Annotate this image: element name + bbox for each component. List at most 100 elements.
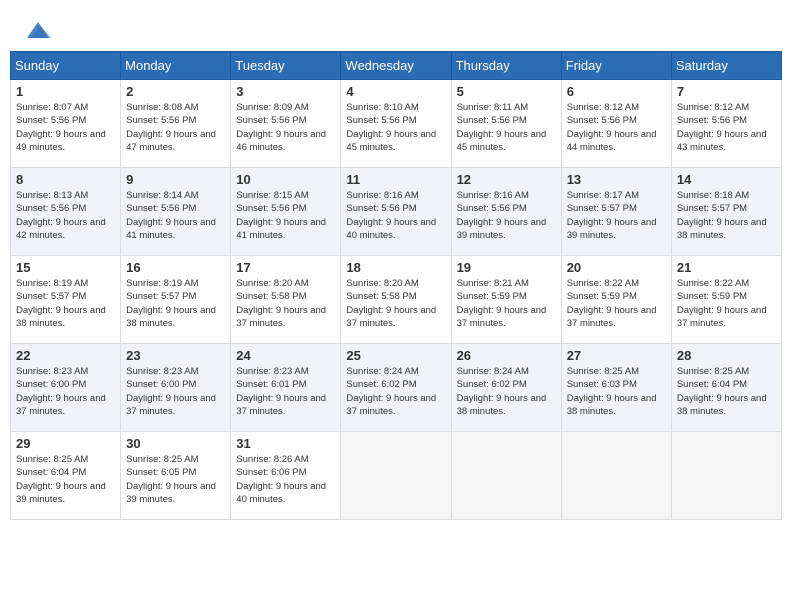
calendar-day-cell: 11 Sunrise: 8:16 AM Sunset: 5:56 PM Dayl… <box>341 168 451 256</box>
calendar-day-cell: 6 Sunrise: 8:12 AM Sunset: 5:56 PM Dayli… <box>561 80 671 168</box>
day-info: Sunrise: 8:10 AM Sunset: 5:56 PM Dayligh… <box>346 101 445 154</box>
calendar-day-cell: 29 Sunrise: 8:25 AM Sunset: 6:04 PM Dayl… <box>11 432 121 520</box>
day-number: 3 <box>236 84 335 99</box>
day-number: 10 <box>236 172 335 187</box>
day-info: Sunrise: 8:19 AM Sunset: 5:57 PM Dayligh… <box>16 277 115 330</box>
calendar-day-cell <box>561 432 671 520</box>
day-info: Sunrise: 8:09 AM Sunset: 5:56 PM Dayligh… <box>236 101 335 154</box>
day-number: 9 <box>126 172 225 187</box>
calendar-day-cell <box>451 432 561 520</box>
day-number: 29 <box>16 436 115 451</box>
calendar-day-cell: 8 Sunrise: 8:13 AM Sunset: 5:56 PM Dayli… <box>11 168 121 256</box>
calendar-day-cell: 14 Sunrise: 8:18 AM Sunset: 5:57 PM Dayl… <box>671 168 781 256</box>
day-info: Sunrise: 8:24 AM Sunset: 6:02 PM Dayligh… <box>457 365 556 418</box>
calendar-day-cell: 2 Sunrise: 8:08 AM Sunset: 5:56 PM Dayli… <box>121 80 231 168</box>
day-info: Sunrise: 8:12 AM Sunset: 5:56 PM Dayligh… <box>567 101 666 154</box>
day-number: 8 <box>16 172 115 187</box>
day-number: 4 <box>346 84 445 99</box>
day-number: 5 <box>457 84 556 99</box>
calendar-week-row: 29 Sunrise: 8:25 AM Sunset: 6:04 PM Dayl… <box>11 432 782 520</box>
logo <box>25 20 51 38</box>
calendar-week-row: 15 Sunrise: 8:19 AM Sunset: 5:57 PM Dayl… <box>11 256 782 344</box>
day-info: Sunrise: 8:21 AM Sunset: 5:59 PM Dayligh… <box>457 277 556 330</box>
calendar: SundayMondayTuesdayWednesdayThursdayFrid… <box>10 51 782 520</box>
calendar-day-cell: 26 Sunrise: 8:24 AM Sunset: 6:02 PM Dayl… <box>451 344 561 432</box>
calendar-day-cell: 19 Sunrise: 8:21 AM Sunset: 5:59 PM Dayl… <box>451 256 561 344</box>
calendar-day-cell <box>671 432 781 520</box>
calendar-day-cell: 3 Sunrise: 8:09 AM Sunset: 5:56 PM Dayli… <box>231 80 341 168</box>
calendar-day-cell: 13 Sunrise: 8:17 AM Sunset: 5:57 PM Dayl… <box>561 168 671 256</box>
calendar-day-cell: 21 Sunrise: 8:22 AM Sunset: 5:59 PM Dayl… <box>671 256 781 344</box>
day-info: Sunrise: 8:07 AM Sunset: 5:56 PM Dayligh… <box>16 101 115 154</box>
calendar-day-cell: 1 Sunrise: 8:07 AM Sunset: 5:56 PM Dayli… <box>11 80 121 168</box>
day-number: 22 <box>16 348 115 363</box>
weekday-header: Thursday <box>451 52 561 80</box>
day-number: 20 <box>567 260 666 275</box>
calendar-day-cell: 17 Sunrise: 8:20 AM Sunset: 5:58 PM Dayl… <box>231 256 341 344</box>
calendar-day-cell: 12 Sunrise: 8:16 AM Sunset: 5:56 PM Dayl… <box>451 168 561 256</box>
day-number: 15 <box>16 260 115 275</box>
logo-icon <box>25 20 51 42</box>
day-number: 27 <box>567 348 666 363</box>
calendar-day-cell: 23 Sunrise: 8:23 AM Sunset: 6:00 PM Dayl… <box>121 344 231 432</box>
weekday-header: Monday <box>121 52 231 80</box>
day-info: Sunrise: 8:17 AM Sunset: 5:57 PM Dayligh… <box>567 189 666 242</box>
day-number: 14 <box>677 172 776 187</box>
calendar-day-cell: 30 Sunrise: 8:25 AM Sunset: 6:05 PM Dayl… <box>121 432 231 520</box>
day-number: 6 <box>567 84 666 99</box>
weekday-header: Wednesday <box>341 52 451 80</box>
weekday-header: Sunday <box>11 52 121 80</box>
day-info: Sunrise: 8:19 AM Sunset: 5:57 PM Dayligh… <box>126 277 225 330</box>
calendar-day-cell: 31 Sunrise: 8:26 AM Sunset: 6:06 PM Dayl… <box>231 432 341 520</box>
calendar-day-cell: 27 Sunrise: 8:25 AM Sunset: 6:03 PM Dayl… <box>561 344 671 432</box>
day-info: Sunrise: 8:14 AM Sunset: 5:56 PM Dayligh… <box>126 189 225 242</box>
calendar-week-row: 8 Sunrise: 8:13 AM Sunset: 5:56 PM Dayli… <box>11 168 782 256</box>
day-info: Sunrise: 8:13 AM Sunset: 5:56 PM Dayligh… <box>16 189 115 242</box>
day-number: 25 <box>346 348 445 363</box>
day-info: Sunrise: 8:24 AM Sunset: 6:02 PM Dayligh… <box>346 365 445 418</box>
calendar-day-cell: 10 Sunrise: 8:15 AM Sunset: 5:56 PM Dayl… <box>231 168 341 256</box>
day-info: Sunrise: 8:23 AM Sunset: 6:00 PM Dayligh… <box>126 365 225 418</box>
day-info: Sunrise: 8:23 AM Sunset: 6:01 PM Dayligh… <box>236 365 335 418</box>
weekday-header: Tuesday <box>231 52 341 80</box>
day-info: Sunrise: 8:15 AM Sunset: 5:56 PM Dayligh… <box>236 189 335 242</box>
day-number: 16 <box>126 260 225 275</box>
calendar-week-row: 1 Sunrise: 8:07 AM Sunset: 5:56 PM Dayli… <box>11 80 782 168</box>
day-number: 24 <box>236 348 335 363</box>
day-info: Sunrise: 8:20 AM Sunset: 5:58 PM Dayligh… <box>236 277 335 330</box>
day-number: 19 <box>457 260 556 275</box>
calendar-day-cell: 16 Sunrise: 8:19 AM Sunset: 5:57 PM Dayl… <box>121 256 231 344</box>
day-number: 26 <box>457 348 556 363</box>
day-number: 2 <box>126 84 225 99</box>
day-number: 11 <box>346 172 445 187</box>
day-number: 31 <box>236 436 335 451</box>
calendar-day-cell <box>341 432 451 520</box>
calendar-day-cell: 15 Sunrise: 8:19 AM Sunset: 5:57 PM Dayl… <box>11 256 121 344</box>
day-info: Sunrise: 8:25 AM Sunset: 6:04 PM Dayligh… <box>16 453 115 506</box>
calendar-week-row: 22 Sunrise: 8:23 AM Sunset: 6:00 PM Dayl… <box>11 344 782 432</box>
day-info: Sunrise: 8:12 AM Sunset: 5:56 PM Dayligh… <box>677 101 776 154</box>
day-info: Sunrise: 8:22 AM Sunset: 5:59 PM Dayligh… <box>677 277 776 330</box>
day-number: 7 <box>677 84 776 99</box>
weekday-header: Friday <box>561 52 671 80</box>
day-info: Sunrise: 8:16 AM Sunset: 5:56 PM Dayligh… <box>346 189 445 242</box>
weekday-header: Saturday <box>671 52 781 80</box>
calendar-day-cell: 22 Sunrise: 8:23 AM Sunset: 6:00 PM Dayl… <box>11 344 121 432</box>
day-number: 28 <box>677 348 776 363</box>
day-info: Sunrise: 8:25 AM Sunset: 6:05 PM Dayligh… <box>126 453 225 506</box>
calendar-day-cell: 7 Sunrise: 8:12 AM Sunset: 5:56 PM Dayli… <box>671 80 781 168</box>
calendar-day-cell: 9 Sunrise: 8:14 AM Sunset: 5:56 PM Dayli… <box>121 168 231 256</box>
day-number: 1 <box>16 84 115 99</box>
day-info: Sunrise: 8:08 AM Sunset: 5:56 PM Dayligh… <box>126 101 225 154</box>
calendar-day-cell: 25 Sunrise: 8:24 AM Sunset: 6:02 PM Dayl… <box>341 344 451 432</box>
day-number: 21 <box>677 260 776 275</box>
calendar-day-cell: 20 Sunrise: 8:22 AM Sunset: 5:59 PM Dayl… <box>561 256 671 344</box>
day-info: Sunrise: 8:18 AM Sunset: 5:57 PM Dayligh… <box>677 189 776 242</box>
day-number: 30 <box>126 436 225 451</box>
day-info: Sunrise: 8:11 AM Sunset: 5:56 PM Dayligh… <box>457 101 556 154</box>
calendar-header-row: SundayMondayTuesdayWednesdayThursdayFrid… <box>11 52 782 80</box>
calendar-day-cell: 4 Sunrise: 8:10 AM Sunset: 5:56 PM Dayli… <box>341 80 451 168</box>
calendar-day-cell: 24 Sunrise: 8:23 AM Sunset: 6:01 PM Dayl… <box>231 344 341 432</box>
calendar-day-cell: 28 Sunrise: 8:25 AM Sunset: 6:04 PM Dayl… <box>671 344 781 432</box>
day-info: Sunrise: 8:16 AM Sunset: 5:56 PM Dayligh… <box>457 189 556 242</box>
